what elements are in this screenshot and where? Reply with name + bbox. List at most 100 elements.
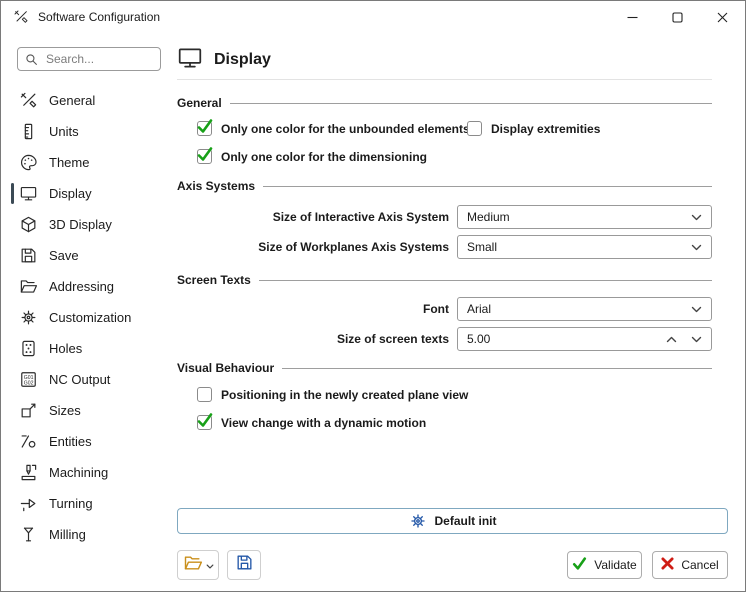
sidebar-item-nc-output[interactable]: G01G02 NC Output (1, 364, 171, 395)
ruler-icon (18, 122, 38, 141)
sidebar-item-general[interactable]: General (1, 85, 171, 116)
cancel-button[interactable]: Cancel (652, 551, 728, 579)
checkbox-label: Only one color for the dimensioning (221, 150, 427, 164)
section-general: General (177, 96, 712, 110)
checkbox-label: View change with a dynamic motion (221, 416, 426, 430)
sidebar-item-holes[interactable]: Holes (1, 333, 171, 364)
x-icon (661, 557, 674, 573)
sidebar-item-label: Sizes (49, 403, 81, 418)
sidebar-item-label: NC Output (49, 372, 110, 387)
search-icon (25, 53, 38, 66)
sidebar-item-machining[interactable]: Machining (1, 457, 171, 488)
maximize-button[interactable] (655, 1, 700, 33)
sidebar-item-label: Theme (49, 155, 89, 170)
machining-icon (18, 463, 38, 482)
sidebar-item-theme[interactable]: Theme (1, 147, 171, 178)
unbounded-elements-checkbox[interactable] (197, 121, 212, 136)
checkbox-label: Only one color for the unbounded element… (221, 122, 470, 136)
monitor-icon (18, 184, 38, 203)
search-input[interactable] (44, 51, 153, 67)
workplanes-axis-size-select[interactable]: Small (457, 235, 712, 259)
section-rule (263, 186, 712, 187)
interactive-axis-size-select[interactable]: Medium (457, 205, 712, 229)
sidebar-item-label: General (49, 93, 95, 108)
nc-output-icon: G01G02 (18, 370, 38, 389)
field-row-font: Font Arial (177, 297, 712, 321)
folder-icon (18, 277, 38, 296)
turning-icon (18, 494, 38, 513)
minimize-button[interactable] (610, 1, 655, 33)
save-floppy-icon (235, 553, 254, 577)
validate-button[interactable]: Validate (567, 551, 642, 579)
open-button[interactable] (177, 550, 219, 580)
font-select[interactable]: Arial (457, 297, 712, 321)
field-row-workplanes-axis: Size of Workplanes Axis Systems Small (177, 235, 712, 259)
checkbox-row-extremities: Display extremities (467, 121, 600, 136)
dynamic-motion-checkbox[interactable] (197, 415, 212, 430)
window-controls (610, 1, 745, 33)
checkbox-label: Positioning in the newly created plane v… (221, 388, 468, 402)
sidebar-item-3d-display[interactable]: 3D Display (1, 209, 171, 240)
sidebar-item-units[interactable]: Units (1, 116, 171, 147)
section-title: Visual Behaviour (177, 361, 274, 375)
selected-value: Medium (467, 210, 691, 224)
sidebar-item-milling[interactable]: Milling (1, 519, 171, 550)
close-button[interactable] (700, 1, 745, 33)
checkbox-row-dynamic-motion: View change with a dynamic motion (197, 415, 426, 430)
header-divider (177, 79, 712, 80)
checkbox-label: Display extremities (491, 122, 600, 136)
sidebar-nav: General Units Theme Display (1, 85, 171, 550)
field-row-interactive-axis: Size of Interactive Axis System Medium (177, 205, 712, 229)
selected-value: Small (467, 240, 691, 254)
sidebar-item-label: Customization (49, 310, 131, 325)
sidebar-item-label: Display (49, 186, 92, 201)
sidebar-item-label: Entities (49, 434, 92, 449)
section-rule (230, 103, 712, 104)
gear-icon (18, 308, 38, 327)
sidebar-item-entities[interactable]: Entities (1, 426, 171, 457)
sidebar-item-label: Units (49, 124, 79, 139)
tools-icon (18, 91, 38, 110)
section-title: General (177, 96, 222, 110)
positioning-plane-view-checkbox[interactable] (197, 387, 212, 402)
blue-gear-icon (409, 512, 427, 530)
sidebar-item-save[interactable]: Save (1, 240, 171, 271)
section-title: Axis Systems (177, 179, 255, 193)
field-label: Size of screen texts (177, 332, 449, 346)
screen-text-size-spinner[interactable]: 5.00 (457, 327, 712, 351)
sidebar-item-addressing[interactable]: Addressing (1, 271, 171, 302)
chevron-down-icon[interactable] (206, 556, 214, 574)
field-label: Size of Interactive Axis System (177, 210, 449, 224)
search-box[interactable] (17, 47, 161, 71)
sidebar-item-customization[interactable]: Customization (1, 302, 171, 333)
sidebar-item-label: Addressing (49, 279, 114, 294)
checkbox-row-positioning: Positioning in the newly created plane v… (197, 387, 468, 402)
save-button[interactable] (227, 550, 261, 580)
validate-label: Validate (594, 558, 636, 572)
sidebar-item-sizes[interactable]: Sizes (1, 395, 171, 426)
palette-icon (18, 153, 38, 172)
field-label: Font (177, 302, 449, 316)
sidebar-item-label: Machining (49, 465, 108, 480)
monitor-icon (177, 45, 203, 76)
sidebar-item-display[interactable]: Display (1, 178, 171, 209)
default-init-label: Default init (435, 514, 497, 528)
section-rule (282, 368, 712, 369)
software-configuration-window: Software Configuration (0, 0, 746, 592)
section-rule (259, 280, 712, 281)
window-title: Software Configuration (38, 10, 160, 24)
spinner-value: 5.00 (467, 332, 490, 346)
spinner-up-icon[interactable] (666, 336, 677, 343)
spinner-down-icon[interactable] (691, 336, 702, 343)
section-axis-systems: Axis Systems (177, 179, 712, 193)
checkbox-row-dimensioning: Only one color for the dimensioning (197, 149, 427, 164)
sidebar-item-turning[interactable]: Turning (1, 488, 171, 519)
sidebar-item-label: Holes (49, 341, 82, 356)
check-icon (572, 557, 587, 573)
dimensioning-color-checkbox[interactable] (197, 149, 212, 164)
field-row-text-size: Size of screen texts 5.00 (177, 327, 712, 351)
sidebar-item-label: Milling (49, 527, 86, 542)
sizes-icon (18, 401, 38, 420)
default-init-button[interactable]: Default init (177, 508, 728, 534)
display-extremities-checkbox[interactable] (467, 121, 482, 136)
